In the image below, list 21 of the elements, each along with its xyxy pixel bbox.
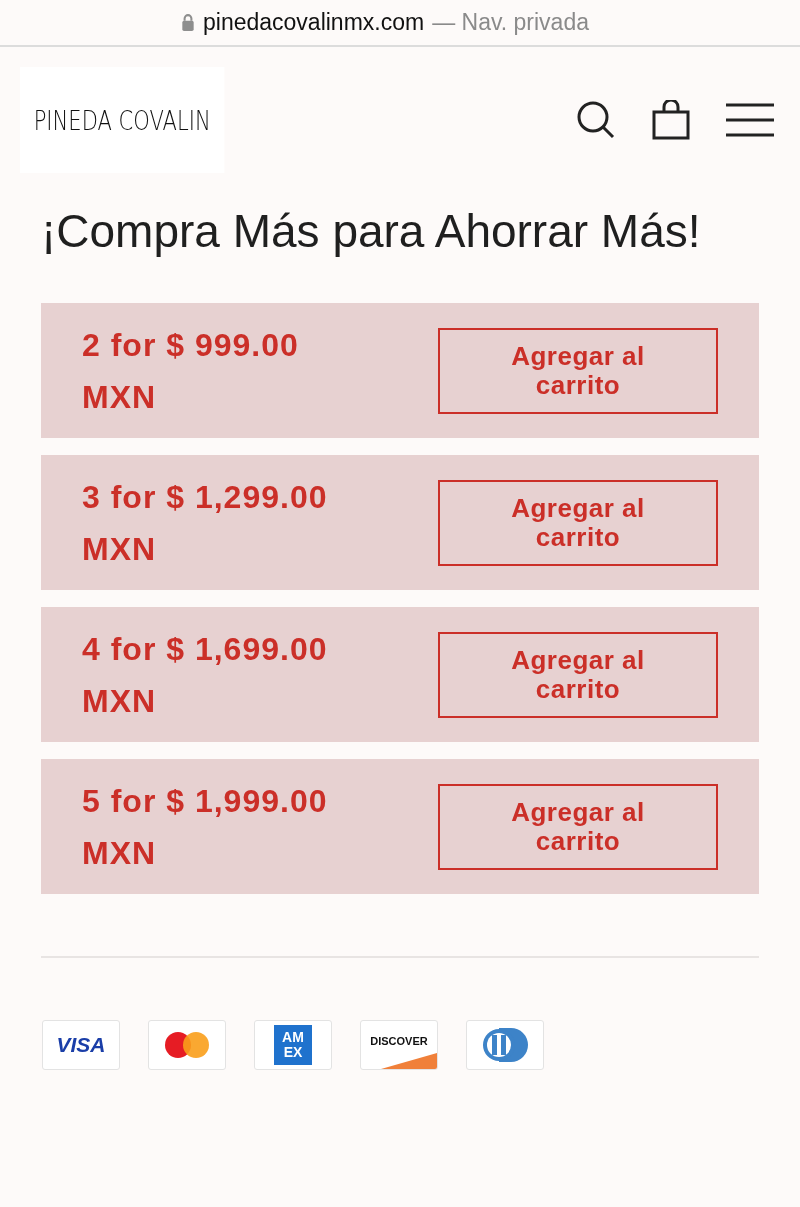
add-to-cart-button[interactable]: Agregar al carrito	[438, 479, 718, 566]
lock-icon	[181, 14, 195, 31]
search-icon[interactable]	[576, 100, 616, 140]
logo[interactable]: PINEDA COVALIN	[20, 67, 225, 173]
add-to-cart-button[interactable]: Agregar al carrito	[438, 631, 718, 718]
offer-price: 3 for $ 1,299.00 MXN	[82, 477, 329, 569]
private-label: — Nav. privada	[432, 9, 589, 36]
add-to-cart-button[interactable]: Agregar al carrito	[438, 783, 718, 870]
page-heading: ¡Compra Más para Ahorrar Más!	[41, 204, 702, 259]
mastercard-logo	[164, 1031, 210, 1059]
add-to-cart-button[interactable]: Agregar al carrito	[438, 327, 718, 414]
visa-logo: VISA	[56, 1033, 106, 1057]
diners-logo	[482, 1028, 528, 1062]
offer-price: 5 for $ 1,999.00 MXN	[82, 781, 329, 873]
url-text[interactable]: pinedacovalinmx.com	[203, 9, 425, 36]
offer-price: 4 for $ 1,699.00 MXN	[82, 629, 329, 721]
offer-price: 2 for $ 999.00 MXN	[82, 325, 300, 417]
shopping-bag-icon[interactable]	[652, 100, 690, 140]
amex-logo: AM EX	[274, 1025, 312, 1065]
menu-icon[interactable]	[726, 103, 774, 137]
discover-logo: DISCOVER	[361, 1021, 437, 1069]
